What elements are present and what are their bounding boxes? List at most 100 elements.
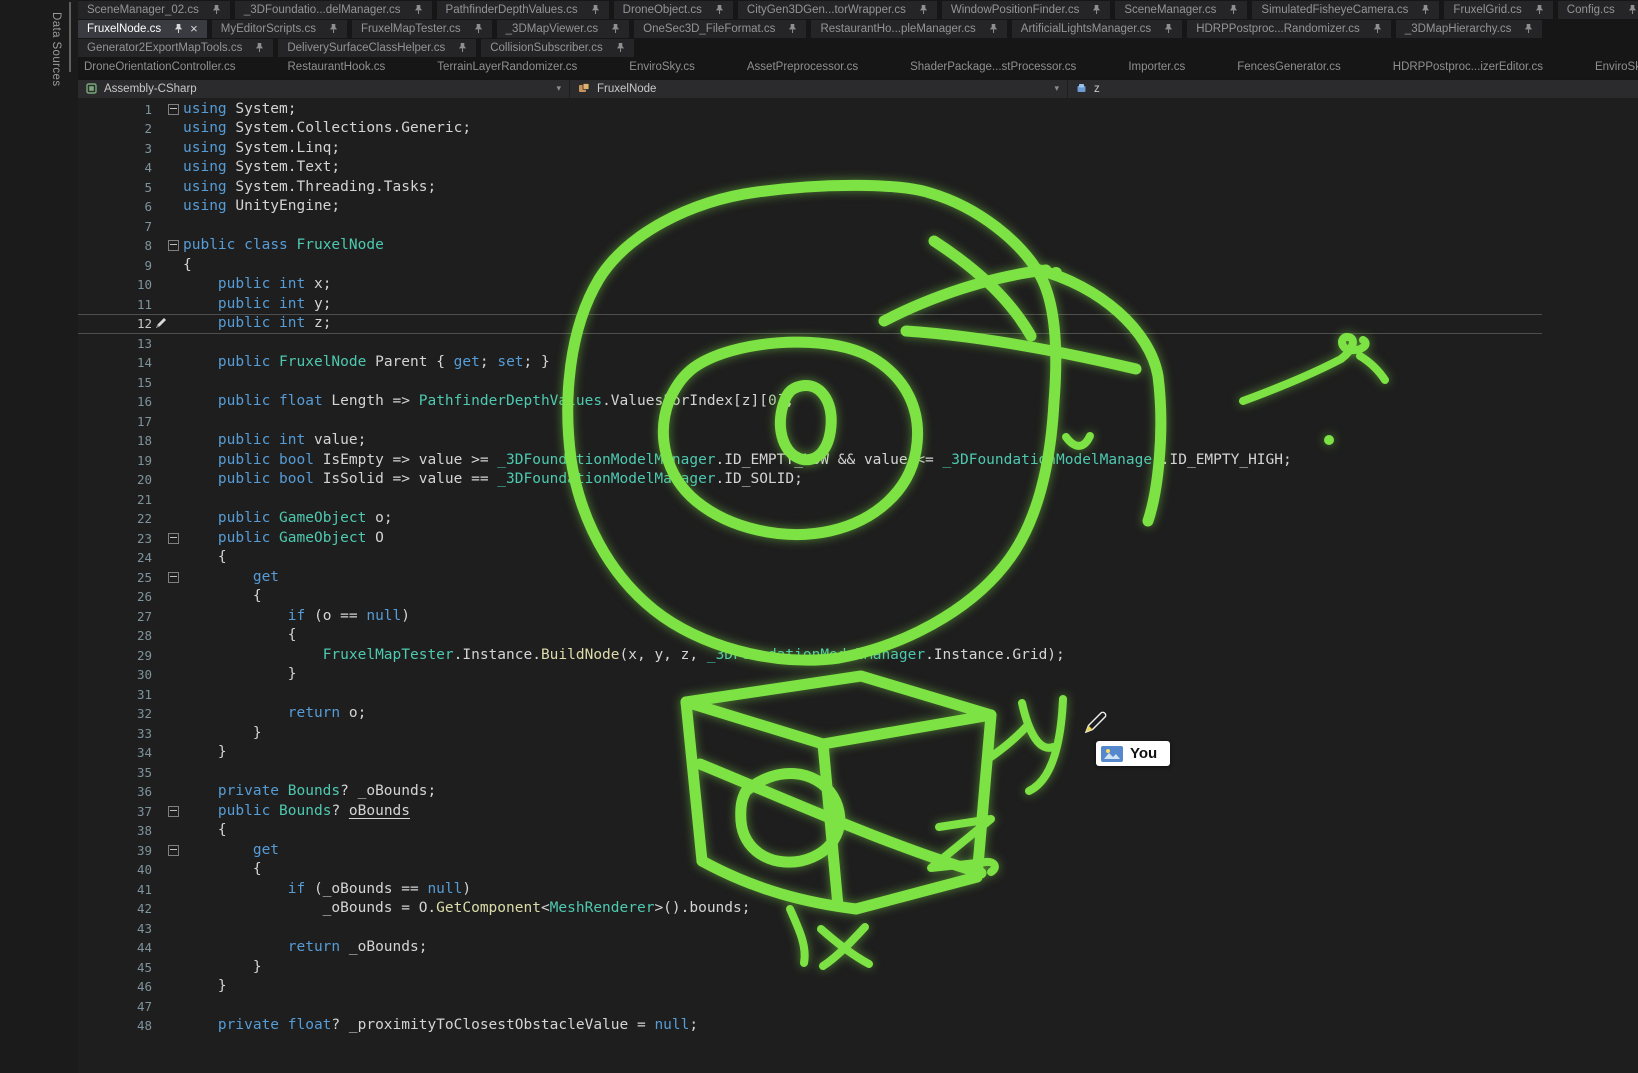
code-line[interactable]: 42 _oBounds = O.GetComponent<MeshRendere… [78,899,1638,919]
pin-icon[interactable] [1524,23,1533,34]
editor-tab[interactable]: Config.cs [1558,1,1638,19]
pin-icon[interactable] [1229,4,1238,15]
pin-icon[interactable] [591,4,600,15]
pin-icon[interactable] [788,23,797,34]
editor-tab[interactable]: _3DFoundatio...delManager.cs [235,1,432,19]
code-line[interactable]: 1using System; [78,100,1638,120]
fold-column[interactable] [152,236,183,256]
code-line[interactable]: 14 public FruxelNode Parent { get; set; … [78,353,1638,373]
code-line[interactable]: 43 [78,919,1638,939]
pin-icon[interactable] [989,23,998,34]
pin-icon[interactable] [474,23,483,34]
pin-icon[interactable] [616,42,625,53]
code-line[interactable]: 29 FruxelMapTester.Instance.BuildNode(x,… [78,646,1638,666]
editor-tab[interactable]: SimulatedFisheyeCamera.cs [1252,1,1439,19]
code-line[interactable]: 22 public GameObject o; [78,509,1638,529]
pin-icon[interactable] [414,4,423,15]
project-dropdown[interactable]: Assembly-CSharp ▾ [78,80,570,98]
code-line[interactable]: 3using System.Linq; [78,139,1638,159]
editor-tab[interactable]: TerrainLayerRandomizer.cs [434,58,580,76]
code-line[interactable]: 13 [78,334,1638,354]
collapse-icon[interactable] [168,845,179,856]
code-line[interactable]: 48 private float? _proximityToClosestObs… [78,1016,1638,1036]
editor-tab[interactable]: DroneObject.cs [614,1,733,19]
pin-icon[interactable] [1421,4,1430,15]
editor-tab[interactable]: DeliverySurfaceClassHelper.cs [278,39,476,57]
pin-icon[interactable] [715,4,724,15]
pin-icon[interactable] [1092,4,1101,15]
code-line[interactable]: 10 public int x; [78,275,1638,295]
editor-tab[interactable]: FruxelNode.cs× [78,20,207,38]
editor-tab[interactable]: RestaurantHo...pleManager.cs [811,20,1006,38]
code-line[interactable]: 39 get [78,841,1638,861]
code-line[interactable]: 4using System.Text; [78,158,1638,178]
code-editor[interactable]: 1using System;2using System.Collections.… [78,98,1638,1073]
collapse-icon[interactable] [168,104,179,115]
code-line[interactable]: 44 return _oBounds; [78,938,1638,958]
editor-tab[interactable]: FencesGenerator.cs [1234,58,1344,76]
code-line[interactable]: 8public class FruxelNode [78,236,1638,256]
editor-tab[interactable]: ArtificialLightsManager.cs [1012,20,1182,38]
code-line[interactable]: 37 public Bounds? oBounds [78,802,1638,822]
pin-icon[interactable] [174,23,183,34]
code-line[interactable]: 16 public float Length => PathfinderDept… [78,392,1638,412]
code-line[interactable]: 33 } [78,724,1638,744]
code-line[interactable]: 46 } [78,977,1638,997]
fold-column[interactable] [152,529,183,549]
pin-icon[interactable] [212,4,221,15]
code-line[interactable]: 15 [78,373,1638,393]
code-line[interactable]: 20 public bool IsSolid => value == _3DFo… [78,470,1638,490]
editor-tab[interactable]: DroneOrientationController.cs [81,58,239,76]
code-line[interactable]: 25 get [78,568,1638,588]
code-line[interactable]: 34 } [78,743,1638,763]
editor-tab[interactable]: FruxelGrid.cs [1444,1,1552,19]
code-line[interactable]: 9{ [78,256,1638,276]
code-line[interactable]: 7 [78,217,1638,237]
editor-tab[interactable]: Importer.cs [1125,58,1188,76]
collapse-icon[interactable] [168,533,179,544]
code-line[interactable]: 2using System.Collections.Generic; [78,119,1638,139]
editor-tab[interactable]: EnviroSkyMgr.cs [1592,58,1638,76]
editor-tab[interactable]: MyEditorScripts.cs [212,20,347,38]
editor-tab[interactable]: SceneManager_02.cs [78,1,230,19]
pin-icon[interactable] [329,23,338,34]
pin-icon[interactable] [1535,4,1544,15]
pin-icon[interactable] [1373,23,1382,34]
fold-column[interactable] [152,802,183,822]
code-line[interactable]: 26 { [78,587,1638,607]
code-line[interactable]: 6using UnityEngine; [78,197,1638,217]
code-line[interactable]: 28 { [78,626,1638,646]
code-line[interactable]: 40 { [78,860,1638,880]
editor-tab[interactable]: FruxelMapTester.cs [352,20,492,38]
code-line[interactable]: 32 return o; [78,704,1638,724]
pin-icon[interactable] [255,42,264,53]
data-sources-tab[interactable]: Data Sources [50,12,62,86]
editor-tab[interactable]: Generator2ExportMapTools.cs [78,39,273,57]
editor-tab[interactable]: CityGen3DGen...torWrapper.cs [738,1,937,19]
fold-column[interactable] [152,568,183,588]
pin-icon[interactable] [611,23,620,34]
pin-icon[interactable] [1628,4,1637,15]
code-line[interactable]: 11 public int y; [78,295,1638,315]
code-line[interactable]: 41 if (_oBounds == null) [78,880,1638,900]
code-line[interactable]: 30 } [78,665,1638,685]
code-line[interactable]: 35 [78,763,1638,783]
code-line[interactable]: 47 [78,997,1638,1017]
fold-column[interactable] [152,100,183,120]
editor-tab[interactable]: _3DMapViewer.cs [497,20,629,38]
code-line[interactable]: 19 public bool IsEmpty => value >= _3DFo… [78,451,1638,471]
editor-tab[interactable]: AssetPreprocessor.cs [744,58,861,76]
editor-tab[interactable]: PathfinderDepthValues.cs [437,1,609,19]
code-line[interactable]: 5using System.Threading.Tasks; [78,178,1638,198]
pin-icon[interactable] [1164,23,1173,34]
code-line[interactable]: 27 if (o == null) [78,607,1638,627]
editor-tab[interactable]: ShaderPackage...stProcessor.cs [907,58,1079,76]
fold-column[interactable] [152,841,183,861]
editor-tab[interactable]: CollisionSubscriber.cs [481,39,634,57]
editor-tab[interactable]: SceneManager.cs [1115,1,1247,19]
pin-icon[interactable] [919,4,928,15]
member-dropdown[interactable]: z [1068,80,1638,98]
collapse-icon[interactable] [168,240,179,251]
editor-tab[interactable]: WindowPositionFinder.cs [942,1,1110,19]
code-line[interactable]: 12 public int z; [78,314,1542,334]
